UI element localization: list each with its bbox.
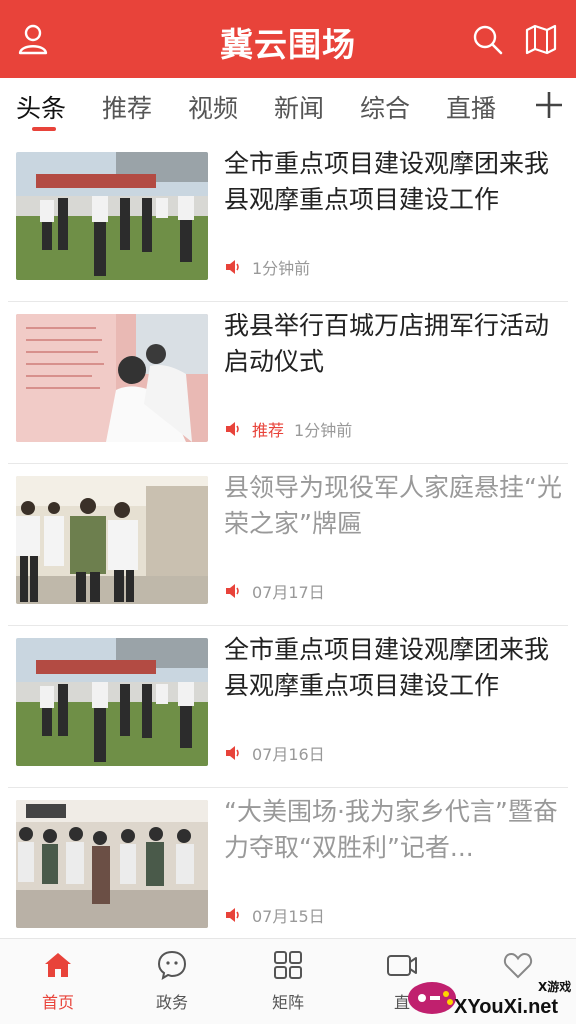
speaker-icon[interactable] [224,744,242,762]
tab-video[interactable]: 视频 [188,92,238,126]
map-icon[interactable] [524,22,558,56]
tab-headlines[interactable]: 头条 [16,92,66,126]
news-item[interactable]: 全市重点项目建设观摩团来我县观摩重点项目建设工作 07月16日 [0,626,576,788]
news-time: 07月16日 [252,745,325,764]
tab-general[interactable]: 综合 [360,92,410,126]
chat-bubble-icon [157,950,187,981]
search-icon[interactable] [470,22,504,56]
channel-tabs: 头条 推荐 视频 新闻 综合 直播 [0,78,576,140]
news-item[interactable]: 县领导为现役军人家庭悬挂“光荣之家”牌匾 07月17日 [0,464,576,626]
nav-government-label: 政务 [155,993,188,1012]
news-meta: 07月17日 [224,578,325,604]
nav-home-label: 首页 [41,993,74,1012]
news-thumbnail-image [16,314,208,442]
site-watermark: X游戏 XYouXi.net [402,954,572,1018]
watermark-text: XYouXi.net [454,996,559,1018]
grid-icon [274,951,302,979]
news-time: 07月15日 [252,907,325,926]
nav-matrix[interactable]: 矩阵 [238,949,338,1013]
news-item[interactable]: “大美围场·我为家乡代言”暨奋力夺取“双胜利”记者... 07月15日 [0,788,576,950]
home-icon [45,953,71,977]
news-thumbnail-image [16,152,208,280]
news-meta: 推荐 1分钟前 [224,416,352,442]
tab-recommended[interactable]: 推荐 [102,92,152,126]
news-thumbnail-image [16,476,208,604]
news-time: 07月17日 [252,583,325,602]
news-headline: 全市重点项目建设观摩团来我县观摩重点项目建设工作 [224,635,550,700]
add-channel-icon[interactable] [534,90,564,120]
news-meta: 07月16日 [224,740,325,766]
active-tab-indicator [32,127,56,131]
speaker-icon[interactable] [224,582,242,600]
speaker-icon[interactable] [224,906,242,924]
news-thumbnail-image [16,638,208,766]
news-time: 1分钟前 [294,421,353,440]
nav-matrix-label: 矩阵 [271,993,304,1012]
news-item[interactable]: 全市重点项目建设观摩团来我县观摩重点项目建设工作 1分钟前 [0,140,576,302]
top-app-bar: 冀云围场 [0,0,576,78]
news-item[interactable]: 我县举行百城万店拥军行活动启动仪式 推荐 1分钟前 [0,302,576,464]
speaker-icon[interactable] [224,420,242,438]
news-headline: 全市重点项目建设观摩团来我县观摩重点项目建设工作 [224,149,550,214]
speaker-icon[interactable] [224,258,242,276]
recommend-badge: 推荐 [252,421,285,440]
news-time: 1分钟前 [252,259,311,278]
news-meta: 1分钟前 [224,254,310,280]
watermark-small-text: X游戏 [538,980,572,994]
news-headline: “大美围场·我为家乡代言”暨奋力夺取“双胜利”记者... [224,797,558,862]
tab-live[interactable]: 直播 [446,92,496,126]
news-headline: 我县举行百城万店拥军行活动启动仪式 [224,311,550,376]
news-headline: 县领导为现役军人家庭悬挂“光荣之家”牌匾 [224,473,562,538]
tab-news[interactable]: 新闻 [274,92,324,126]
news-meta: 07月15日 [224,902,325,928]
nav-government[interactable]: 政务 [122,949,222,1013]
news-thumbnail-image [16,800,208,928]
nav-home[interactable]: 首页 [8,949,108,1013]
